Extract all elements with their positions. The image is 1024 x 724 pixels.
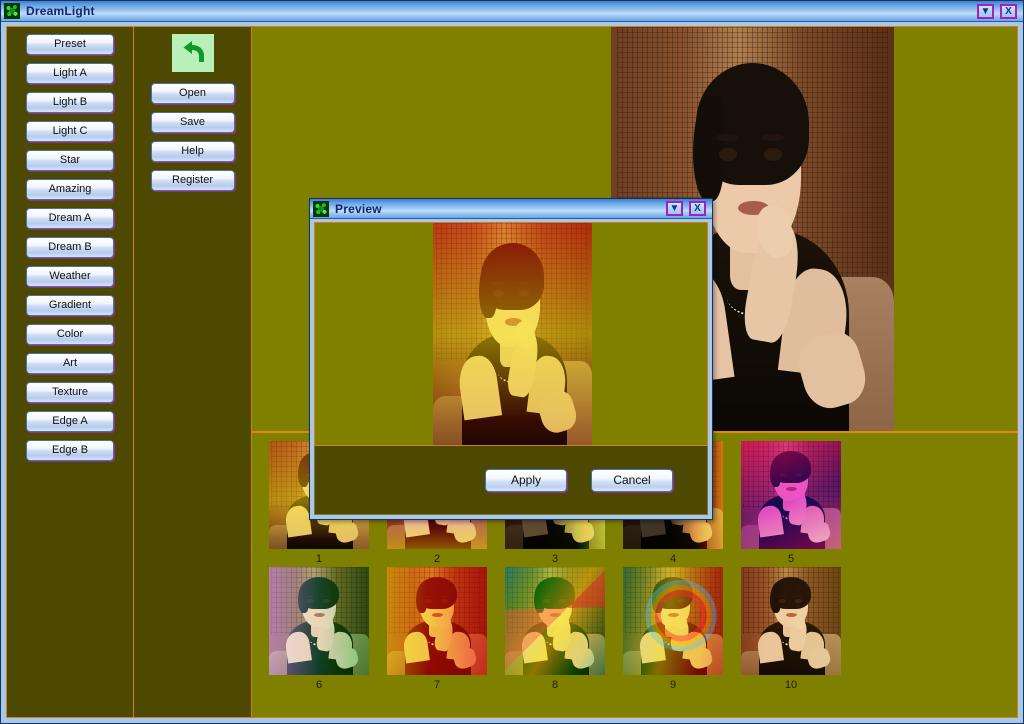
preview-window-controls: ▼ X xyxy=(666,201,712,216)
thumbnail-image xyxy=(623,567,723,675)
app-mosaic-icon xyxy=(313,200,329,217)
window-controls: ▼ X xyxy=(977,3,1023,19)
preset-button-amazing[interactable]: Amazing xyxy=(26,179,114,200)
preview-body: Apply Cancel xyxy=(310,219,712,519)
cancel-button[interactable]: Cancel xyxy=(591,468,673,492)
thumbnail-label: 4 xyxy=(669,553,677,565)
preview-canvas xyxy=(314,222,708,446)
preset-button-color[interactable]: Color xyxy=(26,324,114,345)
preset-button-edge-a[interactable]: Edge A xyxy=(26,411,114,432)
main-titlebar[interactable]: DreamLight ▼ X xyxy=(1,1,1023,22)
minimize-button[interactable]: ▼ xyxy=(666,201,683,216)
thumbnail-label: 7 xyxy=(433,679,441,691)
thumbnail-image xyxy=(741,441,841,549)
thumbnail-9[interactable]: 9 xyxy=(614,567,732,691)
preset-button-dream-a[interactable]: Dream A xyxy=(26,208,114,229)
preset-button-light-b[interactable]: Light B xyxy=(26,92,114,113)
open-button[interactable]: Open xyxy=(150,83,235,104)
preset-button-gradient[interactable]: Gradient xyxy=(26,295,114,316)
thumbnail-label: 5 xyxy=(787,553,795,565)
thumbnail-image xyxy=(741,567,841,675)
thumbnail-label: 3 xyxy=(551,553,559,565)
thumbnail-image xyxy=(505,567,605,675)
thumbnail-7[interactable]: 7 xyxy=(378,567,496,691)
thumbnail-row-2: 6 7 8 9 10 xyxy=(260,567,1017,691)
preview-title: Preview xyxy=(335,201,382,216)
register-button[interactable]: Register xyxy=(150,170,235,191)
app-mosaic-icon xyxy=(4,3,20,19)
window-title: DreamLight xyxy=(26,4,95,18)
thumbnail-10[interactable]: 10 xyxy=(732,567,850,691)
thumbnail-image xyxy=(387,567,487,675)
close-button[interactable]: X xyxy=(689,201,706,216)
preset-button-dream-b[interactable]: Dream B xyxy=(26,237,114,258)
thumbnail-label: 2 xyxy=(433,553,441,565)
thumbnail-label: 8 xyxy=(551,679,559,691)
thumbnail-5[interactable]: 5 xyxy=(732,441,850,565)
help-button[interactable]: Help xyxy=(150,141,235,162)
application-window: DreamLight ▼ X Preset Light A Light B Li… xyxy=(0,0,1024,724)
thumbnail-6[interactable]: 6 xyxy=(260,567,378,691)
preview-photo xyxy=(433,223,592,445)
preset-button-texture[interactable]: Texture xyxy=(26,382,114,403)
thumbnail-image xyxy=(269,567,369,675)
thumbnail-label: 6 xyxy=(315,679,323,691)
thumbnail-label: 9 xyxy=(669,679,677,691)
preset-button-light-a[interactable]: Light A xyxy=(26,63,114,84)
undo-arrow-icon xyxy=(183,41,204,62)
preset-panel: Preset Light A Light B Light C Star Amaz… xyxy=(7,27,134,717)
thumbnail-8[interactable]: 8 xyxy=(496,567,614,691)
apply-button[interactable]: Apply xyxy=(485,468,567,492)
close-button[interactable]: X xyxy=(1000,3,1017,19)
preset-button-preset[interactable]: Preset xyxy=(26,34,114,55)
preset-button-edge-b[interactable]: Edge B xyxy=(26,440,114,461)
preset-button-light-c[interactable]: Light C xyxy=(26,121,114,142)
tool-panel: Open Save Help Register xyxy=(134,27,252,717)
thumbnail-label: 10 xyxy=(784,679,798,691)
preset-button-art[interactable]: Art xyxy=(26,353,114,374)
minimize-button[interactable]: ▼ xyxy=(977,3,994,19)
preset-button-star[interactable]: Star xyxy=(26,150,114,171)
thumbnail-label: 1 xyxy=(315,553,323,565)
save-button[interactable]: Save xyxy=(150,112,235,133)
preview-titlebar[interactable]: Preview ▼ X xyxy=(310,199,712,219)
preview-action-bar: Apply Cancel xyxy=(314,446,708,515)
preview-dialog: Preview ▼ X Apply Cancel xyxy=(309,198,713,520)
undo-button[interactable] xyxy=(170,33,215,73)
preset-button-weather[interactable]: Weather xyxy=(26,266,114,287)
